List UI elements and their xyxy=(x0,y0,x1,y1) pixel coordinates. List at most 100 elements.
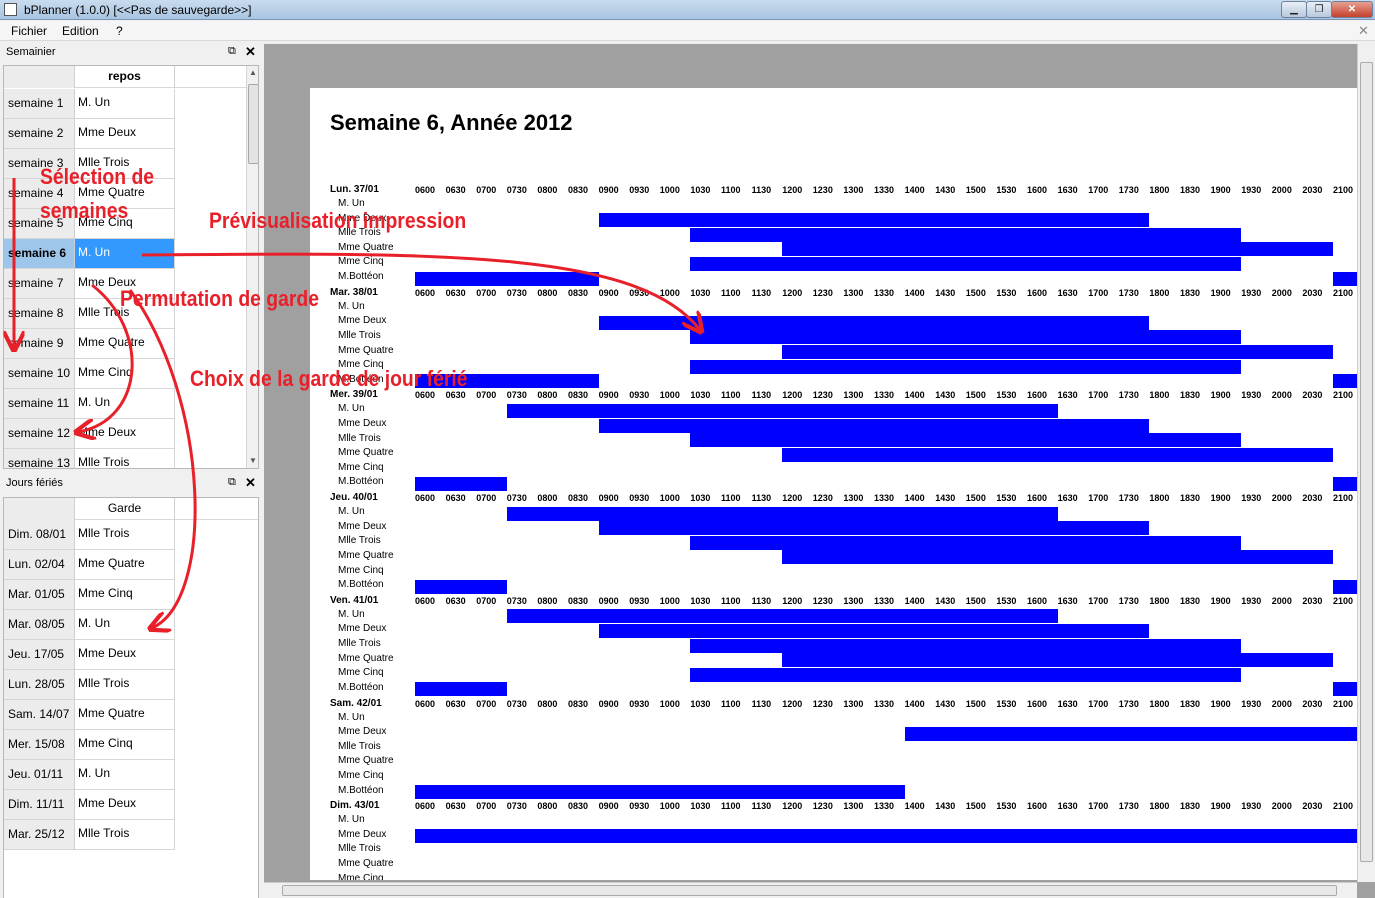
row-header[interactable]: Dim. 08/01 xyxy=(4,520,75,550)
scroll-thumb[interactable] xyxy=(248,84,258,164)
table-row[interactable]: Mar. 08/05 M. Un xyxy=(4,610,246,640)
scroll-thumb[interactable] xyxy=(282,885,1337,896)
table-cell[interactable]: Mme Quatre xyxy=(75,700,175,730)
row-header[interactable]: semaine 13 xyxy=(4,449,75,468)
table-cell[interactable]: Mme Cinq xyxy=(75,359,175,389)
row-header[interactable]: Mer. 15/08 xyxy=(4,730,75,760)
row-header[interactable]: Sam. 14/07 xyxy=(4,700,75,730)
preview-vertical-scrollbar[interactable] xyxy=(1357,44,1375,882)
time-label: 1330 xyxy=(874,698,895,709)
table-row[interactable]: Lun. 28/05 Mlle Trois xyxy=(4,670,246,700)
table-row[interactable]: Mer. 15/08 Mme Cinq xyxy=(4,730,246,760)
shift-bar xyxy=(690,227,1242,242)
table-cell[interactable]: Mme Deux xyxy=(75,419,175,449)
table-cell[interactable]: Mme Deux xyxy=(75,640,175,670)
table-cell[interactable]: M. Un xyxy=(75,389,175,419)
time-label: 0730 xyxy=(506,390,527,401)
row-header[interactable]: semaine 1 xyxy=(4,89,75,119)
table-row[interactable]: semaine 1 M. Un xyxy=(4,89,246,119)
time-label: 1300 xyxy=(843,698,864,709)
table-cell[interactable]: Mlle Trois xyxy=(75,449,175,468)
table-cell[interactable]: M. Un xyxy=(75,610,175,640)
column-header-repos[interactable]: repos xyxy=(75,66,175,88)
semainier-table[interactable]: repos semaine 1 M. Un semaine 2 Mme Deux sem… xyxy=(3,65,259,469)
day-label: Lun. 37/01 xyxy=(330,184,379,195)
table-cell[interactable]: Mlle Trois xyxy=(75,520,175,550)
menu-fichier[interactable]: Fichier xyxy=(11,24,47,38)
table-cell[interactable]: Mlle Trois xyxy=(75,820,175,850)
row-header[interactable]: Mar. 25/12 xyxy=(4,820,75,850)
table-row[interactable]: Lun. 02/04 Mme Quatre xyxy=(4,550,246,580)
preview-horizontal-scrollbar[interactable] xyxy=(264,882,1357,898)
table-cell[interactable]: Mme Deux xyxy=(75,119,175,149)
annotation-permutation: Permutation de garde xyxy=(120,286,320,311)
row-header[interactable]: Dim. 11/11 xyxy=(4,790,75,820)
table-row[interactable]: semaine 13 Mlle Trois xyxy=(4,449,246,468)
table-row[interactable]: Mar. 25/12 Mlle Trois xyxy=(4,820,246,850)
table-row[interactable]: semaine 9 Mme Quatre xyxy=(4,329,246,359)
row-header[interactable]: semaine 11 xyxy=(4,389,75,419)
table-row[interactable]: Jeu. 17/05 Mme Deux xyxy=(4,640,246,670)
row-header[interactable]: semaine 8 xyxy=(4,299,75,329)
time-label: 1430 xyxy=(935,287,956,298)
table-row[interactable]: semaine 11 M. Un xyxy=(4,389,246,419)
row-header[interactable]: semaine 6 xyxy=(4,239,75,269)
row-header[interactable]: semaine 9 xyxy=(4,329,75,359)
row-header[interactable]: Lun. 28/05 xyxy=(4,670,75,700)
time-label: 1530 xyxy=(996,595,1017,606)
time-label: 1030 xyxy=(690,493,711,504)
scroll-up-arrow-icon[interactable]: ▲ xyxy=(249,68,257,77)
row-header[interactable]: Jeu. 17/05 xyxy=(4,640,75,670)
table-cell[interactable]: Mme Cinq xyxy=(75,580,175,610)
menu-edition[interactable]: Edition xyxy=(62,24,99,38)
table-row[interactable]: semaine 6 M. Un xyxy=(4,239,246,269)
dock-close-icon[interactable]: ✕ xyxy=(245,475,256,491)
scroll-down-arrow-icon[interactable]: ▼ xyxy=(249,456,257,465)
table-cell[interactable]: Mme Cinq xyxy=(75,730,175,760)
table-row[interactable]: Dim. 11/11 Mme Deux xyxy=(4,790,246,820)
time-label: 0830 xyxy=(568,493,589,504)
dock-float-icon[interactable]: ⧉ xyxy=(228,476,236,489)
minimize-button[interactable]: ▁ xyxy=(1281,1,1307,18)
title-bar: bPlanner (1.0.0) [<<Pas de sauvegarde>>]… xyxy=(0,0,1375,20)
table-cell[interactable]: Mme Quatre xyxy=(75,550,175,580)
row-header[interactable]: semaine 2 xyxy=(4,119,75,149)
maximize-button[interactable]: ❐ xyxy=(1306,1,1332,18)
row-header[interactable]: Lun. 02/04 xyxy=(4,550,75,580)
table-row[interactable]: Mar. 01/05 Mme Cinq xyxy=(4,580,246,610)
row-header[interactable]: semaine 10 xyxy=(4,359,75,389)
table-row[interactable]: Jeu. 01/11 M. Un xyxy=(4,760,246,790)
row-header[interactable]: Jeu. 01/11 xyxy=(4,760,75,790)
row-header[interactable]: Mar. 08/05 xyxy=(4,610,75,640)
table-cell[interactable]: M. Un xyxy=(75,760,175,790)
table-cell[interactable]: M. Un xyxy=(75,239,175,269)
table-cell[interactable]: M. Un xyxy=(75,89,175,119)
table-row[interactable]: Dim. 08/01 Mlle Trois xyxy=(4,520,246,550)
table-cell[interactable]: Mlle Trois xyxy=(75,670,175,700)
person-label: Mme Deux xyxy=(338,726,387,738)
person-label: Mlle Trois xyxy=(338,740,381,752)
column-header-garde[interactable]: Garde xyxy=(75,498,175,520)
table-row[interactable]: Sam. 14/07 Mme Quatre xyxy=(4,700,246,730)
row-header[interactable]: Mar. 01/05 xyxy=(4,580,75,610)
time-label: 1330 xyxy=(874,390,895,401)
table-cell[interactable]: Mme Quatre xyxy=(75,329,175,359)
time-label: 1130 xyxy=(751,595,772,606)
semainier-scrollbar[interactable]: ▲ ▼ xyxy=(246,66,258,468)
close-document-icon[interactable]: ✕ xyxy=(1358,23,1369,39)
time-label: 1730 xyxy=(1118,390,1139,401)
table-row[interactable]: semaine 12 Mme Deux xyxy=(4,419,246,449)
close-window-button[interactable]: ✕ xyxy=(1331,1,1373,18)
table-row[interactable]: semaine 2 Mme Deux xyxy=(4,119,246,149)
time-label: 1900 xyxy=(1210,801,1231,812)
dock-float-icon[interactable]: ⧉ xyxy=(228,45,236,58)
time-label: 0830 xyxy=(568,390,589,401)
row-header[interactable]: semaine 12 xyxy=(4,419,75,449)
table-cell[interactable]: Mme Deux xyxy=(75,790,175,820)
menu-help[interactable]: ? xyxy=(116,24,123,38)
jours-feries-table[interactable]: Garde Dim. 08/01 Mlle Trois Lun. 02/04 Mme … xyxy=(3,497,259,898)
print-preview-area[interactable]: Semaine 6, Année 2012 Lun. 37/01 0600 0630… xyxy=(264,44,1375,898)
dock-close-icon[interactable]: ✕ xyxy=(245,44,256,60)
scroll-thumb[interactable] xyxy=(1360,62,1373,862)
row-header[interactable]: semaine 7 xyxy=(4,269,75,299)
